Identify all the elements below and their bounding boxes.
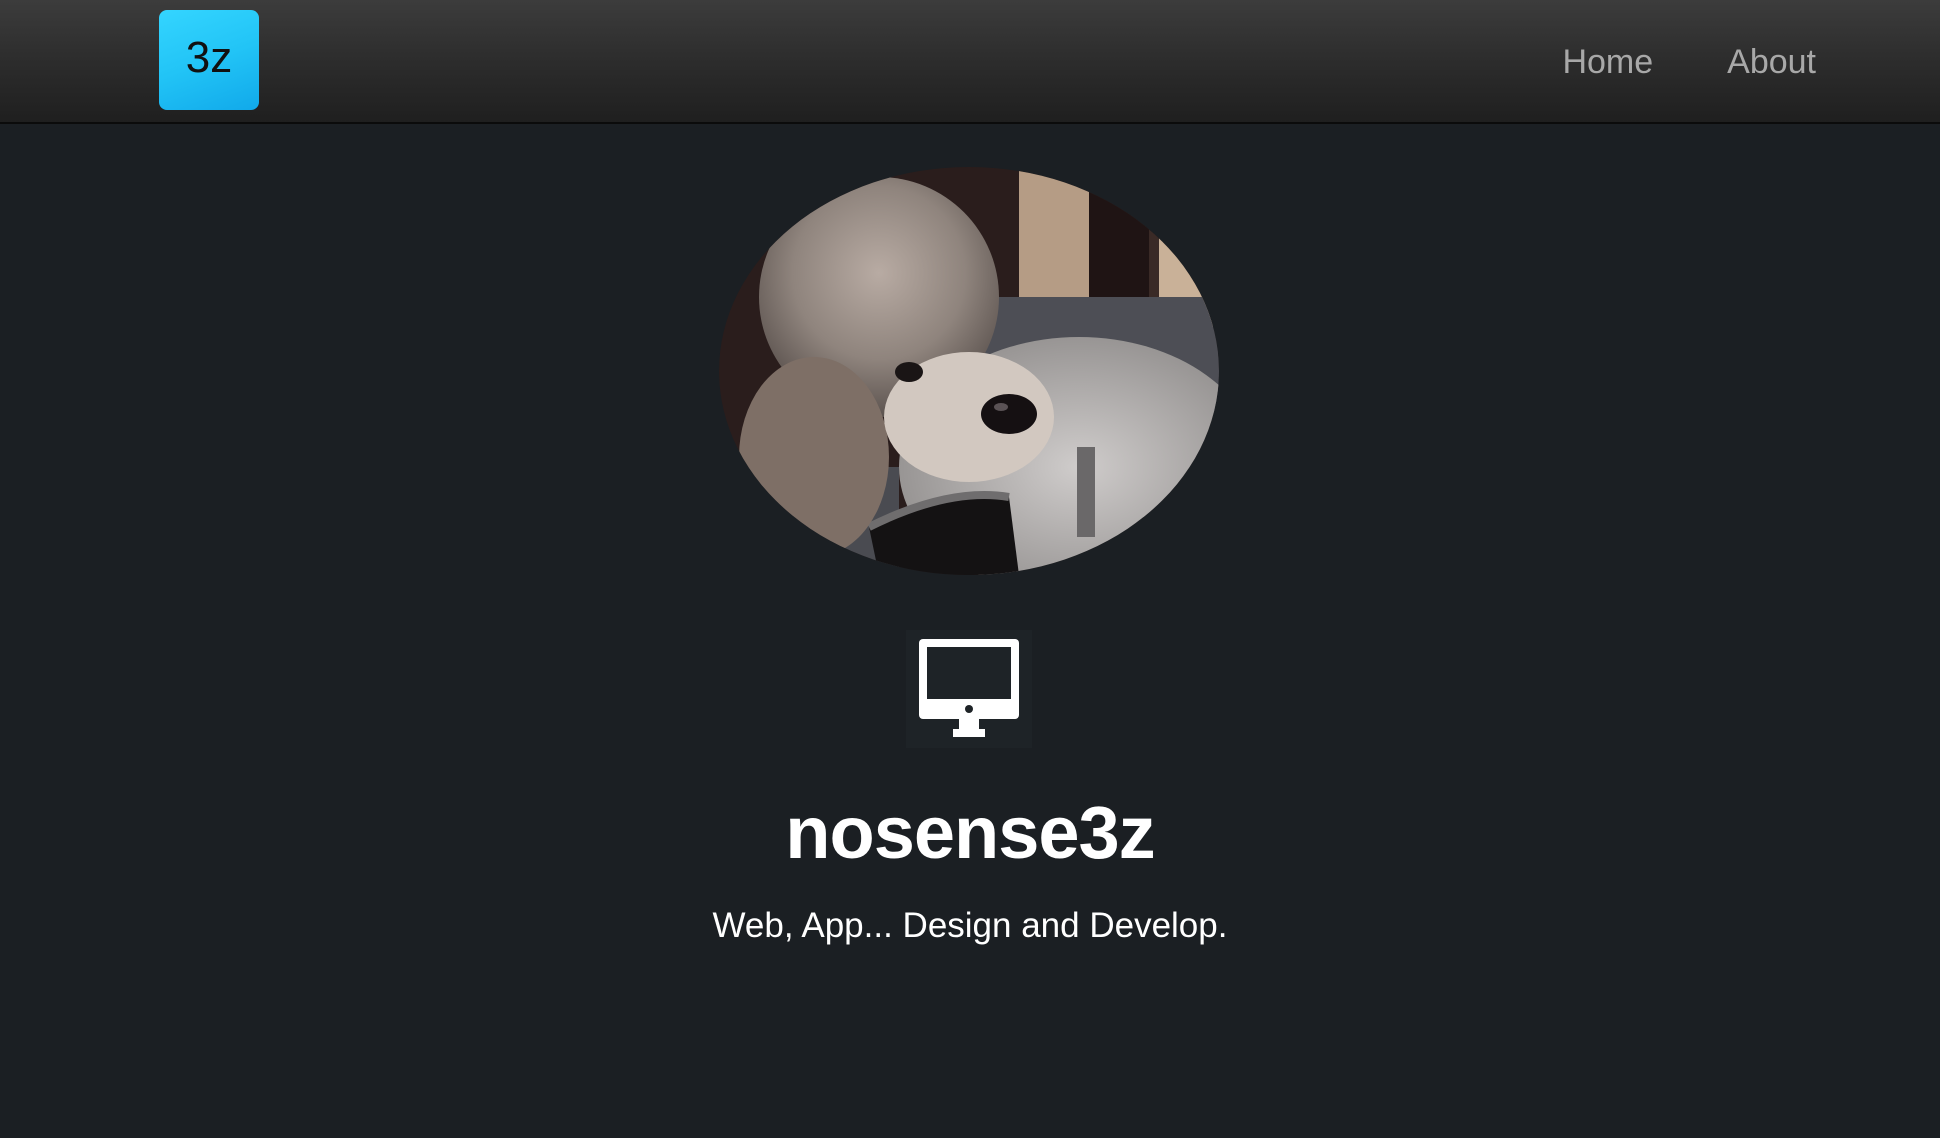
top-navbar: 3z Home About bbox=[0, 0, 1940, 124]
profile-tagline: Web, App... Design and Develop. bbox=[712, 906, 1228, 945]
profile-avatar bbox=[719, 167, 1219, 575]
brand-logo-text: 3z bbox=[185, 33, 233, 82]
main-nav: Home About bbox=[1488, 0, 1816, 124]
nav-link-home[interactable]: Home bbox=[1562, 43, 1653, 82]
monitor-badge bbox=[906, 630, 1032, 748]
desktop-monitor-icon bbox=[919, 639, 1019, 737]
profile-name: nosense3z bbox=[785, 791, 1155, 874]
nav-link-about[interactable]: About bbox=[1727, 43, 1816, 82]
brand-logo[interactable]: 3z bbox=[159, 10, 259, 110]
poodle-photo bbox=[719, 167, 1219, 575]
